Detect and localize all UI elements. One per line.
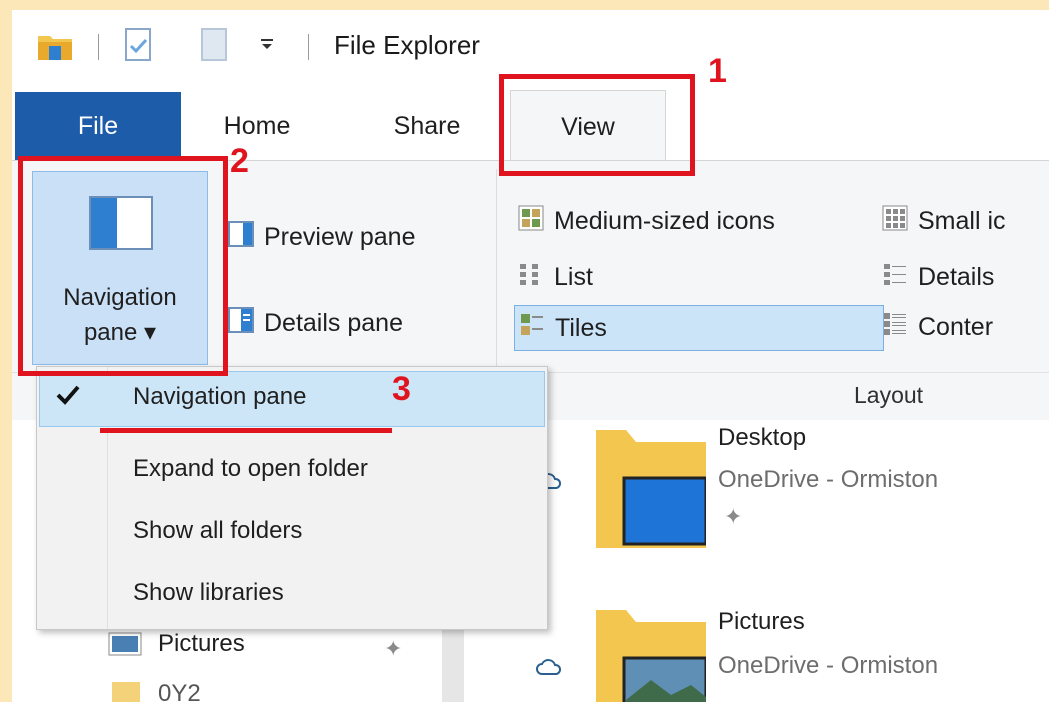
desktop-folder-icon: [596, 430, 708, 553]
title-bar: File Explorer: [12, 10, 1049, 82]
pictures-folder-icon: [596, 610, 708, 702]
layout-list[interactable]: List: [518, 261, 593, 294]
small-icons-icon: [882, 205, 908, 238]
layout-details[interactable]: Details: [882, 261, 994, 294]
tiles-icon: [519, 312, 545, 345]
folder-tree-icon: [112, 682, 140, 702]
preview-pane-button[interactable]: Preview pane: [228, 221, 415, 254]
annotation-box-view-tab: [499, 74, 695, 176]
layout-group-label: Layout: [854, 382, 924, 408]
annotation-step-1: 1: [708, 52, 727, 90]
tab-file[interactable]: File: [15, 92, 181, 160]
menu-item-expand-to-open-folder[interactable]: Expand to open folder: [133, 455, 368, 483]
file-desktop-name[interactable]: Desktop: [718, 424, 806, 452]
file-explorer-window: File Explorer File Home Share View Navig…: [12, 10, 1049, 702]
pin-icon: ✦: [384, 636, 403, 661]
pin-icon: ✦: [724, 504, 743, 529]
annotation-box-navigation-pane: [18, 156, 228, 376]
properties-icon[interactable]: [124, 28, 154, 67]
annotation-step-2: 2: [230, 142, 249, 180]
tree-item-partial[interactable]: 0Y2: [158, 680, 201, 702]
tab-share[interactable]: Share: [372, 92, 482, 160]
folder-app-icon: [38, 32, 72, 65]
tab-home[interactable]: Home: [202, 92, 312, 160]
medium-icons-icon: [518, 205, 544, 238]
window-title: File Explorer: [334, 30, 480, 60]
checkmark-icon: [55, 383, 81, 412]
navigation-pane-dropdown: Navigation pane Expand to open folder Sh…: [36, 366, 548, 630]
menu-item-show-all-folders[interactable]: Show all folders: [133, 517, 302, 545]
preview-pane-label: Preview pane: [264, 223, 416, 251]
content-icon: [882, 311, 908, 344]
customize-toolbar-icon[interactable]: [259, 36, 275, 57]
file-pictures-name[interactable]: Pictures: [718, 608, 805, 636]
list-label: List: [554, 263, 593, 291]
details-pane-button[interactable]: Details pane: [228, 307, 403, 340]
list-icon: [518, 261, 544, 294]
preview-pane-icon: [228, 221, 254, 254]
layout-medium-icons[interactable]: Medium-sized icons: [518, 205, 775, 238]
layout-tiles[interactable]: Tiles: [514, 305, 884, 351]
medium-icons-label: Medium-sized icons: [554, 207, 775, 235]
details-icon: [882, 261, 908, 294]
layout-content[interactable]: Conter: [882, 311, 993, 344]
layout-small-icons[interactable]: Small ic: [882, 205, 1006, 238]
menu-item-show-libraries[interactable]: Show libraries: [133, 579, 284, 607]
file-pictures-location: OneDrive - Ormiston: [718, 652, 939, 679]
tiles-label: Tiles: [555, 313, 607, 342]
tree-item-pictures[interactable]: Pictures: [158, 630, 245, 658]
cloud-sync-icon: [536, 658, 562, 681]
details-pane-icon: [228, 307, 254, 340]
details-label: Details: [918, 263, 995, 291]
small-icons-label: Small ic: [918, 207, 1006, 235]
content-label: Conter: [918, 313, 994, 341]
pictures-tree-icon: [108, 632, 142, 661]
file-desktop-location: OneDrive - Ormiston: [718, 466, 939, 493]
annotation-step-3: 3: [392, 370, 411, 408]
menu-item-navigation-pane-label: Navigation pane: [133, 383, 307, 410]
details-pane-label: Details pane: [264, 309, 403, 337]
new-folder-icon[interactable]: [200, 28, 230, 67]
annotation-underline-navigation-pane: [100, 428, 392, 433]
